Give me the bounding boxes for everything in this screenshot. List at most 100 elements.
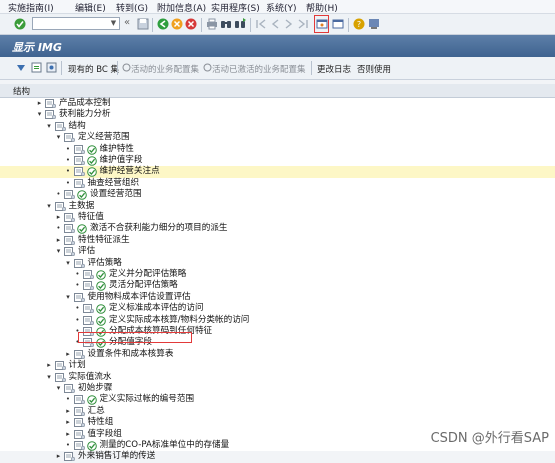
tree-row[interactable]: ▸ 产品成本控制	[0, 98, 555, 109]
tree-node-label[interactable]: 定义经营范围	[78, 132, 130, 143]
documentation-icon[interactable]	[73, 429, 85, 439]
documentation-icon[interactable]	[54, 121, 66, 131]
tree-node-label[interactable]: 测量的CO-PA标准单位中的存储量	[100, 440, 230, 451]
tree-node-label[interactable]: 特性特征派生	[78, 235, 130, 246]
existing-bc-sets-button[interactable]: 现有的 BC 集	[68, 63, 119, 75]
tree-node-label[interactable]: 评估	[78, 246, 95, 257]
expand-node-icon[interactable]: ▸	[55, 213, 62, 222]
change-log-button[interactable]: 更改日志	[317, 63, 351, 75]
tree-row[interactable]: • 抽查经营组织	[0, 178, 555, 189]
tree-node-label[interactable]: 设置条件和成本核算表	[88, 349, 174, 360]
expand-node-icon[interactable]: ▸	[65, 407, 72, 416]
tree-node-label[interactable]: 结构	[69, 121, 86, 132]
execute-activity-icon[interactable]	[96, 304, 106, 314]
documentation-icon[interactable]	[64, 384, 75, 393]
expand-all-icon[interactable]	[16, 63, 26, 73]
tree-node-label[interactable]: 汇总	[88, 406, 105, 417]
tree-row[interactable]: ▾ 使用物料成本评估设置评估	[0, 292, 555, 303]
menu-item-implementation-guide[interactable]: 实施指南(I)	[8, 1, 54, 14]
execute-activity-icon[interactable]	[96, 270, 106, 280]
tree-row[interactable]: ▾ 定义经营范围	[0, 132, 555, 143]
tree-node-label[interactable]: 设置经营范围	[90, 189, 142, 200]
documentation-icon[interactable]	[64, 224, 75, 234]
help-icon[interactable]: ?	[353, 18, 365, 30]
tree-row[interactable]: ▸ 外来销售订单的传送	[0, 451, 555, 462]
tree-node-label[interactable]: 特性组	[88, 417, 114, 428]
execute-activity-icon[interactable]	[96, 315, 106, 326]
documentation-icon[interactable]	[45, 110, 56, 120]
collapse-node-icon[interactable]: ▾	[46, 122, 53, 131]
activity-bc-sets-button[interactable]: 活动的业务配置集	[131, 63, 199, 75]
find-next-icon[interactable]	[234, 18, 246, 30]
execute-activity-icon[interactable]	[77, 190, 87, 200]
tree-row[interactable]: • 定义并分配评估策略	[0, 269, 555, 280]
collapse-node-icon[interactable]: ▾	[65, 293, 72, 302]
documentation-icon[interactable]	[64, 235, 75, 245]
tree-row[interactable]: ▾ 评估策略	[0, 258, 555, 269]
tree-node-label[interactable]: 特征值	[78, 212, 104, 223]
tree-row[interactable]: ▸ 计划	[0, 360, 555, 371]
customize-layout-icon[interactable]	[368, 18, 380, 30]
tree-row[interactable]: • 定义实际成本核算/物料分类帐的访问	[0, 315, 555, 326]
collapse-node-icon[interactable]: ▾	[55, 384, 62, 393]
documentation-icon[interactable]	[73, 418, 85, 428]
tree-node-label[interactable]: 实际值流水	[69, 372, 112, 383]
tree-node-label[interactable]: 定义实际过帐的编号范围	[100, 394, 195, 405]
print-icon[interactable]	[206, 18, 218, 30]
documentation-icon[interactable]	[54, 201, 66, 211]
documentation-icon[interactable]	[73, 441, 85, 450]
expand-node-icon[interactable]: ▸	[46, 361, 53, 370]
documentation-icon[interactable]	[73, 258, 85, 268]
documentation-icon[interactable]	[64, 452, 75, 462]
collapse-node-icon[interactable]: ▾	[55, 133, 62, 142]
tree-row[interactable]: • 维护特性	[0, 144, 555, 155]
chevron-down-icon[interactable]: ▼	[109, 19, 118, 28]
tree-row[interactable]: • 灵活分配评估策略	[0, 280, 555, 292]
tree-node-label[interactable]: 定义实际成本核算/物料分类帐的访问	[109, 315, 249, 326]
tree-node-label[interactable]: 获利能力分析	[59, 109, 111, 120]
tree-node-label[interactable]: 外来销售订单的传送	[78, 451, 155, 462]
documentation-icon[interactable]	[83, 270, 94, 279]
menu-item-goto[interactable]: 转到(G)	[116, 1, 148, 14]
tree-row[interactable]: • 定义实际过帐的编号范围	[0, 394, 555, 406]
expand-node-icon[interactable]: ▸	[65, 418, 72, 427]
enter-icon[interactable]	[14, 18, 26, 30]
execute-activity-icon[interactable]	[86, 395, 97, 406]
documentation-icon[interactable]	[83, 281, 94, 291]
documentation-icon[interactable]	[73, 167, 85, 177]
documentation-icon[interactable]	[54, 361, 66, 371]
shortcut-icon[interactable]	[332, 18, 344, 30]
collapse-icon[interactable]: «	[124, 17, 130, 28]
command-field[interactable]: ▼	[32, 17, 120, 30]
documentation-icon[interactable]	[73, 395, 85, 405]
tree-node-label[interactable]: 定义并分配评估策略	[109, 269, 186, 280]
tree-node-label[interactable]: 抽查经营组织	[88, 178, 140, 189]
execute-activity-icon[interactable]	[86, 156, 97, 166]
documentation-icon[interactable]	[54, 372, 66, 382]
tree-row[interactable]: • 维护值字段	[0, 155, 555, 166]
execute-activity-icon[interactable]	[86, 167, 97, 178]
documentation-icon[interactable]	[45, 99, 56, 108]
collapse-node-icon[interactable]: ▾	[46, 202, 53, 211]
documentation-icon[interactable]	[73, 292, 85, 302]
documentation-icon[interactable]	[73, 156, 85, 165]
documentation-icon[interactable]	[64, 190, 75, 200]
tree-row[interactable]: ▾ 主数据	[0, 201, 555, 212]
expand-node-icon[interactable]: ▸	[36, 99, 43, 108]
tree-node-label[interactable]: 计划	[69, 360, 86, 371]
tree-row[interactable]: ▸ 设置条件和成本核算表	[0, 349, 555, 360]
menu-item-system[interactable]: 系统(Y)	[266, 1, 297, 14]
expand-node-icon[interactable]: ▸	[55, 452, 62, 461]
execute-activity-icon[interactable]	[86, 441, 97, 451]
tree-node-label[interactable]: 激活不合获利能力细分的项目的派生	[90, 223, 228, 234]
documentation-icon[interactable]	[83, 315, 94, 325]
documentation-icon[interactable]	[73, 349, 85, 359]
documentation-icon[interactable]	[64, 213, 75, 222]
activated-bc-sets-button[interactable]: 活动已激活的业务配置集	[212, 63, 306, 75]
tree-node-label[interactable]: 维护经营关注点	[100, 166, 160, 177]
cancel-icon[interactable]	[185, 18, 197, 30]
expand-node-icon[interactable]: ▸	[65, 350, 72, 359]
documentation-icon[interactable]	[83, 304, 94, 314]
tree-row[interactable]: ▸ 汇总	[0, 406, 555, 417]
collapse-node-icon[interactable]: ▾	[65, 259, 72, 268]
